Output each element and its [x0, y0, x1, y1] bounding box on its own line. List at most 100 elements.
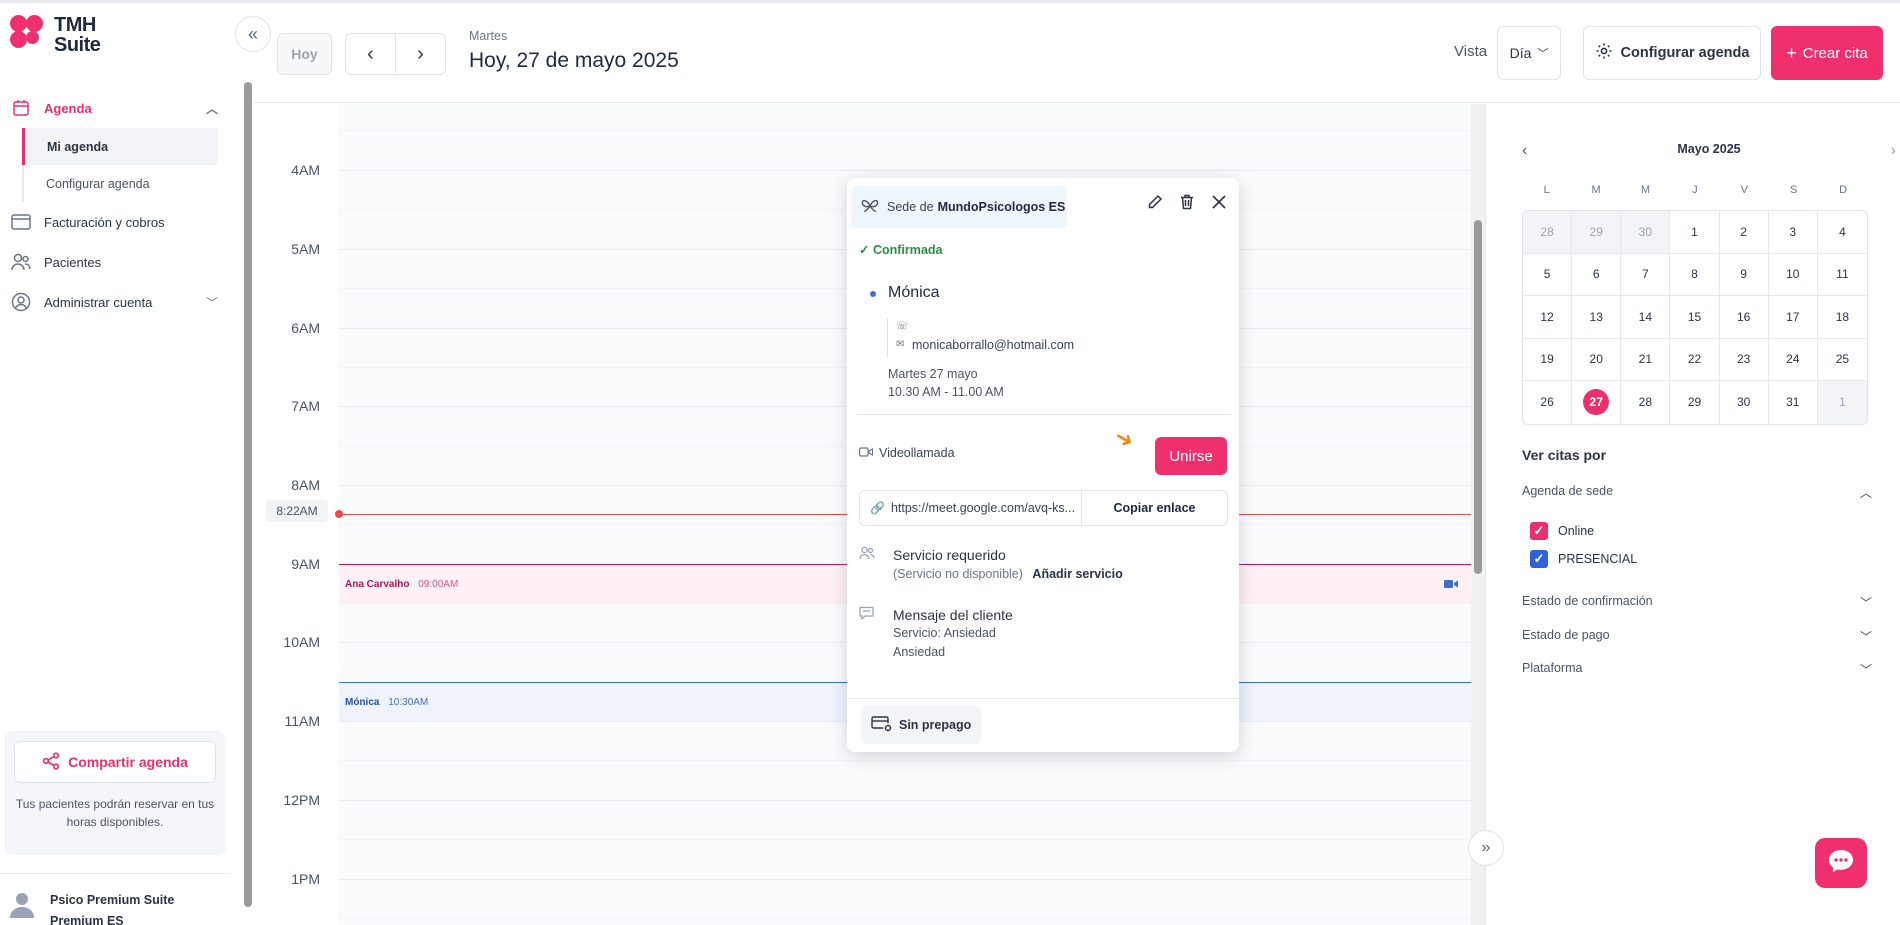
- chevron-down-icon: ﹀: [1859, 630, 1872, 644]
- sidebar-nav: Agenda ︿ Mi agenda Configurar agenda Fac…: [0, 88, 228, 322]
- sidebar-subitem-configurar-agenda[interactable]: Configurar agenda: [22, 165, 218, 202]
- mini-calendar-day[interactable]: 10: [1768, 253, 1818, 296]
- mini-calendar-day[interactable]: 12: [1523, 296, 1573, 339]
- calendar-icon: [10, 97, 32, 119]
- mini-calendar-day[interactable]: 22: [1670, 338, 1720, 381]
- sidebar-item-admin[interactable]: Administrar cuenta ﹀: [0, 282, 228, 322]
- pencil-icon[interactable]: [1145, 192, 1165, 212]
- collapse-sidebar-button[interactable]: «: [235, 16, 271, 52]
- users-icon: [10, 251, 32, 273]
- mini-calendar-day-today[interactable]: 27: [1572, 381, 1622, 424]
- message-line: Servicio: Ansiedad: [893, 626, 996, 640]
- appointment-datetime: Martes 27 mayo 10.30 AM - 11.00 AM: [888, 367, 1004, 399]
- weekday-label: Martes: [469, 29, 508, 43]
- page-title: Hoy, 27 de mayo 2025: [469, 49, 679, 72]
- today-button[interactable]: Hoy: [277, 33, 332, 75]
- join-videocall-button[interactable]: Unirse: [1155, 437, 1227, 475]
- mini-calendar-day[interactable]: 4: [1817, 211, 1867, 254]
- sidebar-scrollbar[interactable]: [244, 82, 252, 907]
- meeting-link[interactable]: 🔗 https://meet.google.com/avq-ks...: [860, 491, 1082, 525]
- mini-calendar-day[interactable]: 2: [1719, 211, 1769, 254]
- checkbox-online[interactable]: ✓: [1530, 522, 1548, 540]
- add-service-link[interactable]: Añadir servicio: [1032, 567, 1122, 581]
- filter-presencial[interactable]: ✓ PRESENCIAL: [1530, 550, 1637, 568]
- mini-calendar-day[interactable]: 13: [1572, 296, 1622, 339]
- meeting-link-box: 🔗 https://meet.google.com/avq-ks... Copi…: [859, 490, 1228, 526]
- mini-calendar-day[interactable]: 30: [1621, 211, 1671, 254]
- trash-icon[interactable]: [1177, 192, 1197, 212]
- sidebar-subitem-mi-agenda[interactable]: Mi agenda: [22, 128, 218, 165]
- brand-logo[interactable]: TMH Suite: [10, 15, 101, 55]
- sidebar-item-agenda[interactable]: Agenda ︿: [0, 88, 228, 128]
- filter-payment[interactable]: Estado de pago ﹀: [1522, 628, 1872, 645]
- mini-calendar-day[interactable]: 17: [1768, 296, 1818, 339]
- mini-calendar-day[interactable]: 15: [1670, 296, 1720, 339]
- chevron-right-icon: ›: [417, 42, 424, 65]
- sidebar-item-billing[interactable]: Facturación y cobros: [0, 202, 228, 242]
- hour-label: 10AM: [283, 634, 320, 650]
- mini-calendar-day[interactable]: 14: [1621, 296, 1671, 339]
- video-camera-icon: [859, 446, 874, 460]
- mini-calendar-day[interactable]: 9: [1719, 253, 1769, 296]
- filter-agenda-sede[interactable]: Agenda de sede ︿: [1522, 484, 1872, 501]
- user-profile[interactable]: Psico Premium Suite Premium ES: [0, 873, 228, 925]
- mini-calendar-day[interactable]: 29: [1670, 381, 1720, 424]
- sidebar-item-label: Administrar cuenta: [44, 294, 153, 310]
- hour-label: 4AM: [291, 162, 320, 178]
- filter-platform[interactable]: Plataforma ﹀: [1522, 661, 1872, 678]
- sidebar-item-patients[interactable]: Pacientes: [0, 242, 228, 282]
- mini-calendar-day[interactable]: 21: [1621, 338, 1671, 381]
- mini-calendar-day[interactable]: 23: [1719, 338, 1769, 381]
- view-select[interactable]: Día ﹀: [1497, 26, 1561, 80]
- mini-calendar-day[interactable]: 18: [1817, 296, 1867, 339]
- share-agenda-button[interactable]: Compartir agenda: [14, 741, 216, 783]
- client-contact: ☏ ✉ monicaborrallo@hotmail.com: [887, 318, 1074, 358]
- previous-day-button[interactable]: ‹: [345, 33, 396, 75]
- grid-scrollbar[interactable]: [1471, 104, 1485, 925]
- client-email[interactable]: monicaborrallo@hotmail.com: [912, 336, 1074, 354]
- chevron-right-icon[interactable]: ›: [1891, 142, 1896, 160]
- mini-calendar-day[interactable]: 6: [1572, 253, 1622, 296]
- mini-calendar-day[interactable]: 20: [1572, 338, 1622, 381]
- mini-calendar-day[interactable]: 11: [1817, 254, 1867, 296]
- hour-label: 6AM: [291, 320, 320, 336]
- mini-calendar-day[interactable]: 5: [1523, 253, 1573, 296]
- chat-button[interactable]: [1815, 838, 1867, 888]
- credit-card-icon: [10, 211, 32, 233]
- hour-label: 5AM: [291, 241, 320, 257]
- mini-calendar-day[interactable]: 25: [1817, 339, 1867, 381]
- client-color-dot: [870, 291, 876, 297]
- hour-label: 1PM: [291, 871, 320, 887]
- copy-link-button[interactable]: Copiar enlace: [1082, 501, 1227, 515]
- hour-label: 7AM: [291, 398, 320, 414]
- hour-label: 8AM: [291, 477, 320, 493]
- mini-calendar-day[interactable]: 3: [1768, 211, 1818, 254]
- configure-agenda-button[interactable]: Configurar agenda: [1583, 26, 1761, 80]
- filter-online[interactable]: ✓ Online: [1530, 522, 1594, 540]
- mini-calendar-day[interactable]: 1: [1670, 211, 1720, 254]
- checkbox-presencial[interactable]: ✓: [1530, 550, 1548, 568]
- weekday-header: L M M J V S D: [1543, 184, 1848, 196]
- close-icon[interactable]: [1209, 192, 1229, 212]
- share-agenda-panel: Compartir agenda Tus pacientes podrán re…: [4, 731, 226, 855]
- next-day-button[interactable]: ›: [395, 33, 446, 75]
- expand-panel-button[interactable]: »: [1468, 830, 1504, 866]
- prepay-badge[interactable]: Sin prepago: [861, 706, 982, 744]
- filter-confirmation[interactable]: Estado de confirmación ﹀: [1522, 594, 1872, 611]
- mini-calendar-day[interactable]: 7: [1621, 253, 1671, 296]
- mini-calendar-day[interactable]: 19: [1523, 338, 1573, 381]
- mini-calendar-day[interactable]: 28: [1523, 211, 1573, 254]
- mini-calendar-day[interactable]: 24: [1768, 338, 1818, 381]
- mini-calendar-day[interactable]: 26: [1523, 381, 1573, 424]
- create-appointment-button[interactable]: + Crear cita: [1771, 26, 1883, 80]
- mini-calendar-day[interactable]: 30: [1720, 381, 1769, 424]
- mini-calendar-day[interactable]: 29: [1572, 211, 1622, 254]
- sede-chip: Sede de MundoPsicologos ES: [851, 186, 1067, 228]
- client-name: Mónica: [888, 284, 940, 301]
- mini-calendar-day[interactable]: 16: [1719, 296, 1769, 339]
- mini-calendar-day[interactable]: 1: [1817, 381, 1867, 424]
- mini-calendar-day[interactable]: 28: [1621, 381, 1671, 424]
- sidebar-item-label: Pacientes: [44, 254, 102, 270]
- mini-calendar-day[interactable]: 8: [1670, 253, 1720, 296]
- mini-calendar-day[interactable]: 31: [1769, 381, 1818, 424]
